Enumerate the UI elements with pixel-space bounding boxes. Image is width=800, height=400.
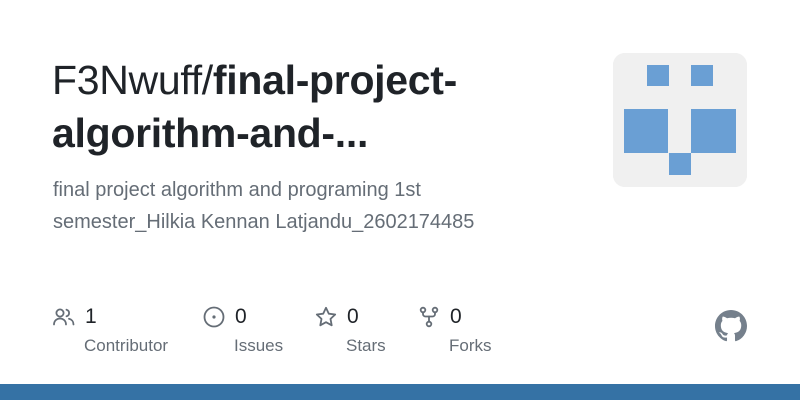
issue-opened-icon [202,305,226,329]
stat-issues[interactable]: 0 Issues [202,304,283,356]
issues-label: Issues [234,336,284,355]
identicon-icon [613,53,747,187]
description-line2: semester_Hilkia Kennan Latjandu_26021744… [53,211,475,233]
repo-title[interactable]: F3Nwuff/final-project- algorithm-and-... [52,54,592,160]
repo-description: final project algorithm and programing 1… [53,174,573,238]
contributors-count: 1 [85,305,97,328]
stat-contributors[interactable]: 1 Contributor [52,304,168,356]
repo-name-line2: algorithm-and-... [52,110,369,156]
issues-count: 0 [235,305,247,328]
owner-avatar[interactable] [613,53,747,187]
forks-count: 0 [450,305,462,328]
description-line1: final project algorithm and programing 1… [53,179,421,201]
star-icon [314,305,338,329]
github-mark-icon[interactable] [715,310,747,342]
repo-owner: F3Nwuff/ [52,57,213,103]
stars-label: Stars [346,336,386,355]
language-bar [0,384,800,400]
contributors-label: Contributor [84,336,169,355]
repo-forked-icon [417,305,441,329]
stat-stars[interactable]: 0 Stars [314,304,386,356]
social-preview-card: F3Nwuff/final-project- algorithm-and-...… [0,0,800,400]
repo-name-line1: final-project- [212,57,457,103]
people-icon [52,305,76,329]
forks-label: Forks [449,336,492,355]
stars-count: 0 [347,305,359,328]
stat-forks[interactable]: 0 Forks [417,304,492,356]
